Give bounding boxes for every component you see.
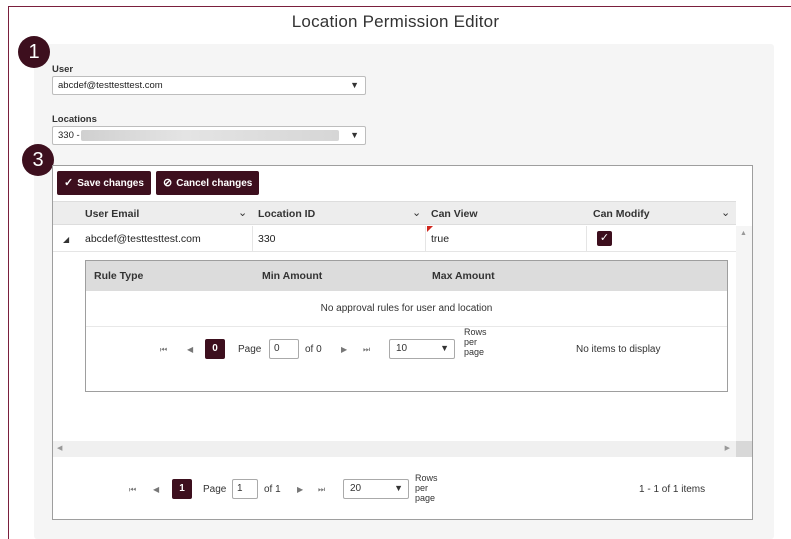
page-count-label: of 1 [264, 484, 281, 495]
last-page-icon[interactable]: ⏭ [363, 345, 370, 355]
user-select-value: abcdef@testtesttest.com [58, 80, 163, 91]
page-size-select[interactable]: 10 ▼ [389, 339, 455, 359]
rows-per-page-label: Rows per page [464, 327, 487, 357]
collapse-triangle-icon[interactable]: ◢ [63, 235, 69, 244]
column-divider [586, 226, 587, 252]
previous-page-icon[interactable]: ◀ [187, 345, 193, 354]
detail-pager: ⏮ ◀ 0 Page 0 of 0 ▶ ⏭ 10 ▼ Rows per page… [86, 327, 727, 375]
first-page-icon[interactable]: ⏮ [160, 345, 167, 355]
user-label: User [52, 64, 74, 75]
vertical-scrollbar[interactable]: ▲ ▼ [736, 226, 752, 456]
dropdown-arrow-icon: ▼ [350, 80, 359, 90]
grid-pager: ⏮ ◀ 1 Page 1 of 1 ▶ ⏭ 20 ▼ Rows per page… [53, 473, 752, 515]
page-label: Page [203, 484, 227, 495]
cell-can-view[interactable]: true [431, 226, 449, 252]
column-header-location-id[interactable]: Location ID [258, 202, 315, 226]
column-header-user-email[interactable]: User Email [85, 202, 139, 226]
detail-header: Rule Type Min Amount Max Amount [86, 261, 727, 291]
callout-badge-1: 1 [18, 36, 50, 68]
page-number-input[interactable]: 0 [269, 339, 299, 359]
grid-header: User Email ⌄ Location ID ⌄ Can View Can … [53, 201, 736, 225]
table-row[interactable]: ◢ abcdef@testtesttest.com 330 true ✓ [53, 226, 736, 252]
previous-page-icon[interactable]: ◀ [153, 485, 159, 494]
checkmark-icon: ✓ [64, 177, 74, 189]
next-page-icon[interactable]: ▶ [341, 345, 347, 354]
scroll-up-icon[interactable]: ▲ [740, 230, 747, 237]
save-changes-label: Save changes [77, 178, 144, 189]
detail-column-rule-type[interactable]: Rule Type [94, 261, 143, 291]
page-count-label: of 0 [305, 344, 322, 355]
user-select[interactable]: abcdef@testtesttest.com ▼ [52, 76, 366, 95]
cell-location-id: 330 [258, 233, 276, 245]
current-page-button[interactable]: 0 [205, 339, 225, 359]
scroll-right-icon[interactable]: ▶ [725, 444, 730, 452]
cancel-circle-icon: ⊘ [163, 177, 173, 189]
column-header-can-view[interactable]: Can View [431, 202, 478, 226]
can-modify-checkbox[interactable]: ✓ [597, 231, 612, 246]
page-size-value: 20 [350, 483, 362, 494]
chevron-down-icon[interactable]: ⌄ [721, 202, 730, 226]
last-page-icon[interactable]: ⏭ [318, 485, 325, 495]
detail-column-max-amount[interactable]: Max Amount [432, 261, 495, 291]
permissions-grid: ✓ Save changes ⊘ Cancel changes User Email… [52, 165, 753, 520]
chevron-down-icon[interactable]: ⌄ [412, 202, 421, 226]
horizontal-scrollbar[interactable]: ◀ ▶ [53, 441, 736, 457]
approval-rules-detail: Rule Type Min Amount Max Amount No appro… [85, 260, 728, 392]
page-label: Page [238, 344, 262, 355]
page-size-select[interactable]: 20 ▼ [343, 479, 409, 499]
callout-badge-3: 3 [22, 144, 54, 176]
empty-rules-message: No approval rules for user and location [86, 291, 727, 327]
page-title: Location Permission Editor [291, 12, 500, 31]
next-page-icon[interactable]: ▶ [297, 485, 303, 494]
dropdown-arrow-icon: ▼ [350, 130, 359, 140]
current-page-button[interactable]: 1 [172, 479, 192, 499]
scrollbar-corner [736, 441, 752, 457]
column-divider [425, 226, 426, 252]
detail-column-min-amount[interactable]: Min Amount [262, 261, 322, 291]
redacted-location-name [81, 130, 339, 141]
rows-per-page-label: Rows per page [415, 473, 438, 503]
chevron-down-icon[interactable]: ⌄ [238, 202, 247, 226]
dropdown-arrow-icon: ▼ [394, 483, 403, 493]
page-number-input[interactable]: 1 [232, 479, 258, 499]
first-page-icon[interactable]: ⏮ [129, 485, 136, 495]
pager-info: No items to display [576, 344, 661, 355]
cancel-changes-label: Cancel changes [176, 178, 253, 189]
pager-info: 1 - 1 of 1 items [639, 484, 706, 495]
scroll-left-icon[interactable]: ◀ [57, 444, 62, 452]
locations-select-value: 330 - [58, 130, 80, 141]
cell-user-email: abcdef@testtesttest.com [85, 233, 201, 245]
column-header-can-modify[interactable]: Can Modify [593, 202, 650, 226]
column-divider [252, 226, 253, 252]
locations-label: Locations [52, 114, 97, 125]
save-changes-button[interactable]: ✓ Save changes [57, 171, 151, 195]
cancel-changes-button[interactable]: ⊘ Cancel changes [156, 171, 260, 195]
locations-select[interactable]: 330 - ▼ [52, 126, 366, 145]
dropdown-arrow-icon: ▼ [440, 343, 449, 353]
page-size-value: 10 [396, 343, 408, 354]
